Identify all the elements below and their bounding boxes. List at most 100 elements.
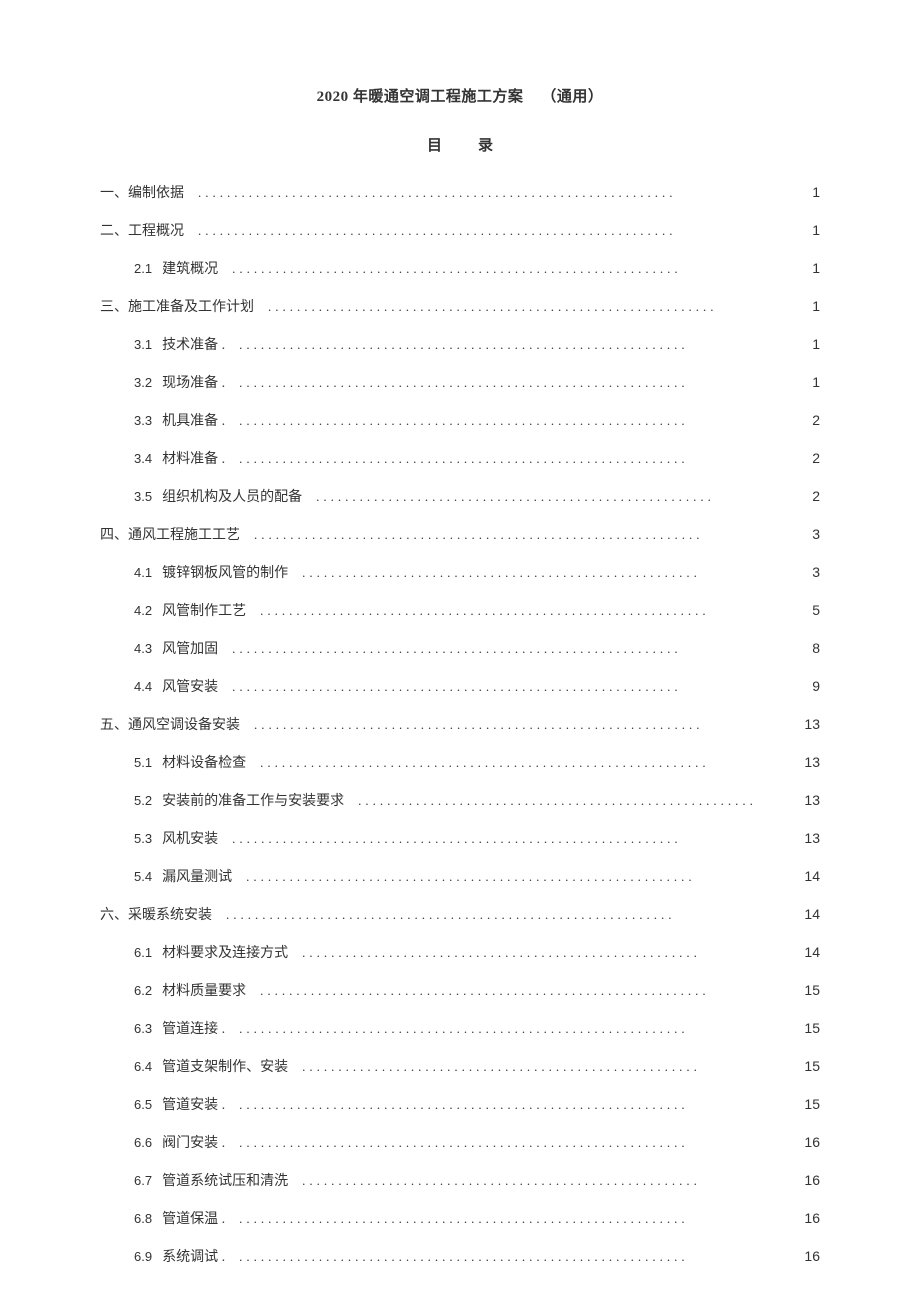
toc-entry: 五、通风空调设备安装..............................… xyxy=(100,717,820,733)
toc-entry-page: 1 xyxy=(798,185,820,199)
toc-entry-page: 9 xyxy=(798,679,820,693)
toc-heading: 目录 xyxy=(100,134,820,155)
toc-leader-dots: ........................................… xyxy=(240,528,704,541)
toc-entry: 5.2 安装前的准备工作与安装要求........................… xyxy=(100,793,820,809)
toc-entry: 5.3风机安装.................................… xyxy=(100,831,820,847)
toc-entry-label: 风管加固 xyxy=(162,643,218,657)
toc-entry-page: 13 xyxy=(794,755,820,769)
toc-entry: 5.1材料设备检查...............................… xyxy=(100,755,820,771)
toc-entry-label: 材料质量要求 xyxy=(162,985,246,999)
toc-entry-number: 6.8 xyxy=(134,1212,152,1225)
toc-entry: 3.1技术准备 ................................… xyxy=(100,337,820,353)
toc-entry-label: 安装前的准备工作与安装要求 xyxy=(162,795,344,809)
toc-entry: 6.6阀门安装 ................................… xyxy=(100,1135,820,1151)
toc-entry: 4.3风管加固.................................… xyxy=(100,641,820,657)
toc-leader-dots: ........................................… xyxy=(218,642,682,655)
toc-entry: 6.3管道连接 ................................… xyxy=(100,1021,820,1037)
toc-entry-page: 1 xyxy=(798,223,820,237)
toc-entry-page: 8 xyxy=(798,641,820,655)
toc-entry: 6.5 管道安装 ................................… xyxy=(100,1097,820,1113)
toc-leader-dots: ........................................… xyxy=(288,1174,701,1187)
toc-entry-page: 16 xyxy=(794,1135,820,1149)
toc-entry-label: 管道系统试压和清洗 xyxy=(162,1175,288,1189)
toc-entry-page: 2 xyxy=(798,413,820,427)
toc-entry: 6.9系统调试 ................................… xyxy=(100,1249,820,1265)
toc-entry: 3.2现场准备 ................................… xyxy=(100,375,820,391)
toc-leader-dots: ........................................… xyxy=(225,1098,689,1111)
title-suffix: （通用） xyxy=(541,89,603,105)
toc-entry-page: 16 xyxy=(794,1211,820,1225)
toc-leader-dots: ........................................… xyxy=(246,984,710,997)
toc-entry: 六、采暖系统安装................................… xyxy=(100,907,820,923)
toc-leader-dots: ........................................… xyxy=(225,376,689,389)
toc-entry-number: 6.7 xyxy=(134,1174,152,1187)
toc-entry-label: 材料设备检查 xyxy=(162,757,246,771)
toc-entry: 5.4漏风量测试................................… xyxy=(100,869,820,885)
toc-entry-number: 3.4 xyxy=(134,452,152,465)
toc-entry: 6.7 管道系统试压和清洗............................… xyxy=(100,1173,820,1189)
toc-entry-label: 机具准备 . xyxy=(162,415,225,429)
toc-entry-number: 3.1 xyxy=(134,338,152,351)
toc-entry-label: 四、通风工程施工工艺 xyxy=(100,529,240,543)
toc-entry: 四、通风工程施工工艺..............................… xyxy=(100,527,820,543)
toc-entry: 一、编制依据..................................… xyxy=(100,185,820,201)
toc-entry-number: 3.3 xyxy=(134,414,152,427)
toc-entry-page: 5 xyxy=(798,603,820,617)
toc-entry-page: 1 xyxy=(798,337,820,351)
toc-leader-dots: ........................................… xyxy=(344,794,757,807)
toc-entry-label: 漏风量测试 xyxy=(162,871,232,885)
toc-entry-number: 3.2 xyxy=(134,376,152,389)
toc-entry-label: 组织机构及人员的配备 xyxy=(162,491,302,505)
toc-entry: 6.8管道保温 ................................… xyxy=(100,1211,820,1227)
toc-entry-page: 15 xyxy=(794,1097,820,1111)
toc-entry: 3.3 机具准备 ................................… xyxy=(100,413,820,429)
toc-entry-label: 技术准备 . xyxy=(162,339,225,353)
toc-entry-label: 六、采暖系统安装 xyxy=(100,909,212,923)
toc-entry: 6.1材料要求及连接方式............................… xyxy=(100,945,820,961)
toc-leader-dots: ........................................… xyxy=(225,1250,689,1263)
toc-entry-number: 4.4 xyxy=(134,680,152,693)
toc-entry-page: 13 xyxy=(794,793,820,807)
table-of-contents: 一、编制依据..................................… xyxy=(100,185,820,1265)
toc-entry-page: 2 xyxy=(798,489,820,503)
toc-entry-number: 5.2 xyxy=(134,794,152,807)
toc-leader-dots: ........................................… xyxy=(212,908,676,921)
toc-leader-dots: ........................................… xyxy=(246,604,710,617)
toc-entry-page: 13 xyxy=(794,831,820,845)
toc-leader-dots: ........................................… xyxy=(225,414,689,427)
toc-entry-page: 15 xyxy=(794,1059,820,1073)
toc-leader-dots: ........................................… xyxy=(240,718,704,731)
toc-entry-page: 1 xyxy=(798,261,820,275)
toc-entry-number: 6.3 xyxy=(134,1022,152,1035)
toc-entry-number: 5.4 xyxy=(134,870,152,883)
toc-entry: 2.1建筑概况.................................… xyxy=(100,261,820,277)
document-title: 2020 年暖通空调工程施工方案 （通用） xyxy=(100,85,820,106)
toc-entry-number: 6.9 xyxy=(134,1250,152,1263)
toc-entry-label: 管道安装 . xyxy=(162,1099,225,1113)
toc-entry-number: 3.5 xyxy=(134,490,152,503)
toc-entry: 二、工程概况..................................… xyxy=(100,223,820,239)
toc-entry: 4.4风管安装.................................… xyxy=(100,679,820,695)
toc-entry-page: 16 xyxy=(794,1173,820,1187)
title-main: 2020 年暖通空调工程施工方案 xyxy=(317,89,524,105)
toc-leader-dots: ........................................… xyxy=(246,756,710,769)
toc-entry-page: 16 xyxy=(794,1249,820,1263)
toc-entry-page: 2 xyxy=(798,451,820,465)
toc-entry-label: 风管制作工艺 xyxy=(162,605,246,619)
toc-entry-label: 材料要求及连接方式 xyxy=(162,947,288,961)
toc-entry-page: 1 xyxy=(798,375,820,389)
toc-entry-label: 管道支架制作、安装 xyxy=(162,1061,288,1075)
toc-entry-label: 三、施工准备及工作计划 xyxy=(100,301,254,315)
toc-entry-label: 风机安装 xyxy=(162,833,218,847)
toc-entry-page: 3 xyxy=(798,565,820,579)
toc-entry: 6.2材料质量要求...............................… xyxy=(100,983,820,999)
toc-entry-label: 一、编制依据 xyxy=(100,187,184,201)
toc-entry-label: 阀门安装 . xyxy=(162,1137,225,1151)
toc-entry-label: 管道保温 . xyxy=(162,1213,225,1227)
toc-entry-number: 6.5 xyxy=(134,1098,152,1111)
toc-entry-page: 1 xyxy=(798,299,820,313)
toc-heading-char-1: 目 xyxy=(427,138,442,154)
toc-leader-dots: ........................................… xyxy=(288,566,701,579)
toc-entry-page: 15 xyxy=(794,1021,820,1035)
toc-entry-label: 镀锌钢板风管的制作 xyxy=(162,567,288,581)
